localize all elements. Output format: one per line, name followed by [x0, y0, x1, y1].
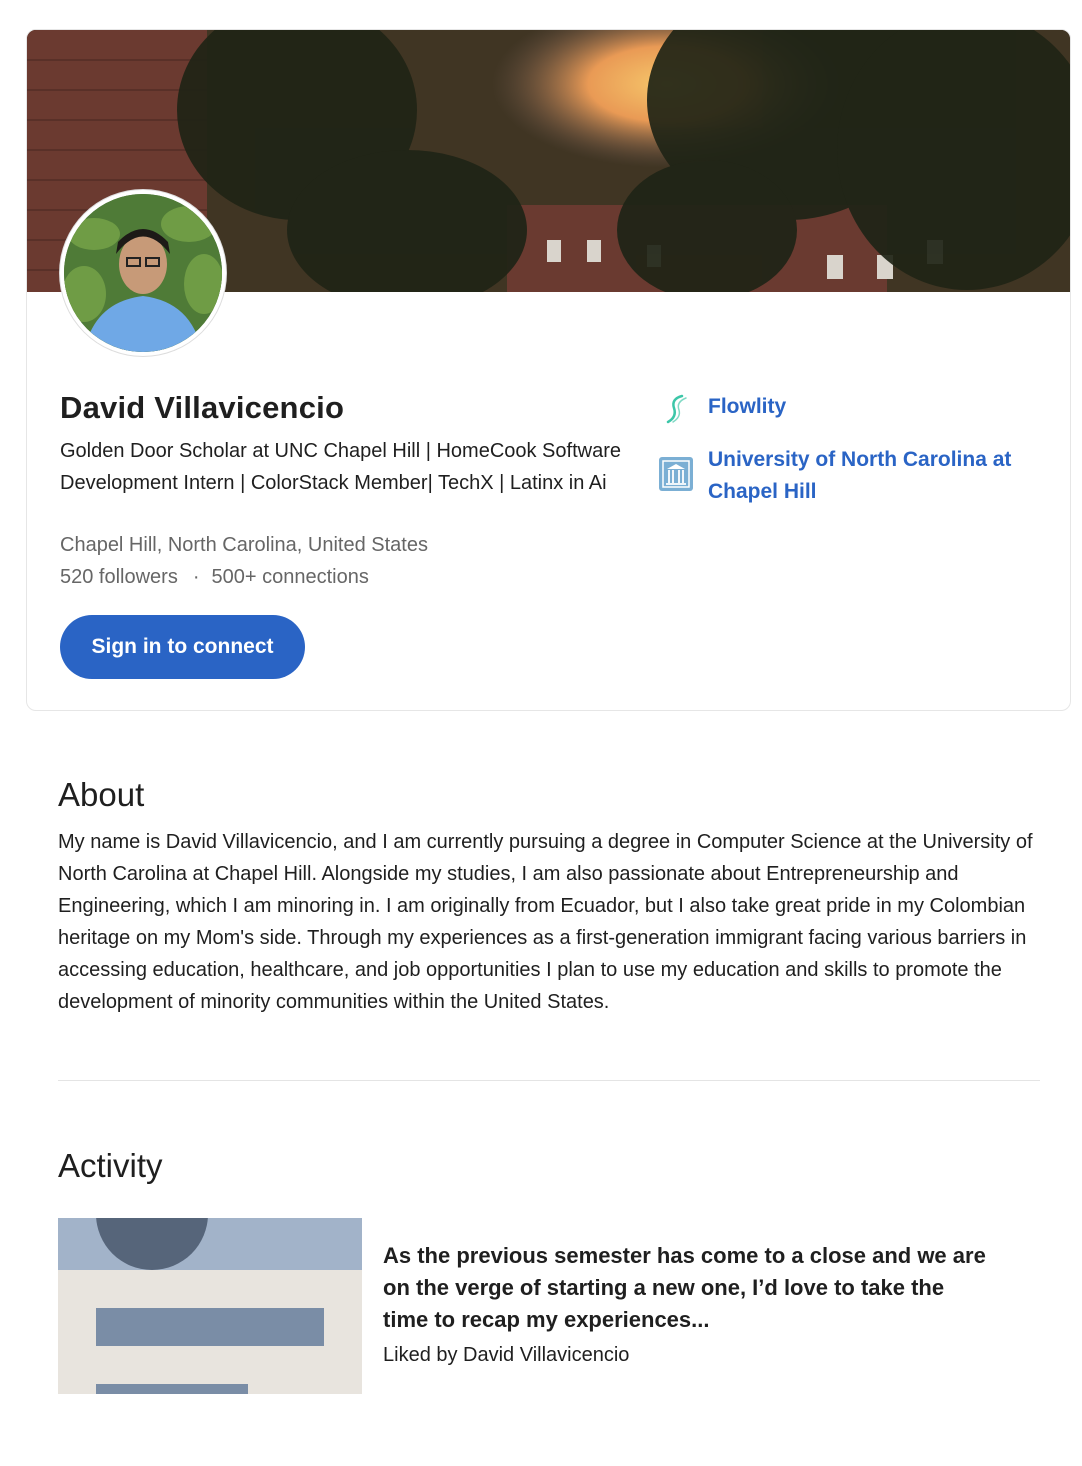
profile-stats: 520 followers · 500+ connections: [60, 563, 369, 591]
sidebar-item-unc[interactable]: University of North Carolina at Chapel H…: [658, 444, 1038, 508]
sidebar-item-flowlity[interactable]: Flowlity: [658, 391, 1038, 427]
stats-separator: ·: [192, 566, 200, 588]
thumbnail-text-placeholder: [96, 1384, 248, 1394]
followers-count: 520 followers: [60, 566, 178, 588]
about-text: My name is David Villavicencio, and I am…: [58, 831, 1033, 1013]
profile-location: Chapel Hill, North Carolina, United Stat…: [60, 534, 428, 556]
activity-title: Activity: [58, 1147, 163, 1184]
connections-count: 500+ connections: [211, 566, 369, 588]
unc-logo-icon: [658, 456, 694, 492]
activity-post-title[interactable]: As the previous semester has come to a c…: [383, 1240, 993, 1336]
sidebar-item-label[interactable]: University of North Carolina at Chapel H…: [708, 444, 1038, 508]
profile-avatar[interactable]: [60, 190, 226, 356]
activity-post-thumbnail[interactable]: [58, 1218, 362, 1394]
profile-headline: Golden Door Scholar at UNC Chapel Hill |…: [60, 440, 621, 494]
flowlity-logo-icon: [658, 391, 694, 427]
sign-in-to-connect-button[interactable]: Sign in to connect: [60, 615, 305, 679]
about-title: About: [58, 776, 145, 813]
sidebar-item-label[interactable]: Flowlity: [708, 391, 1038, 423]
profile-card: David Villavicencio Golden Door Scholar …: [26, 29, 1071, 711]
thumbnail-text-placeholder: [96, 1308, 324, 1346]
profile-name: David Villavicencio: [60, 390, 345, 425]
section-divider: [58, 1080, 1040, 1081]
activity-post-meta: Liked by David Villavicencio: [383, 1344, 630, 1366]
